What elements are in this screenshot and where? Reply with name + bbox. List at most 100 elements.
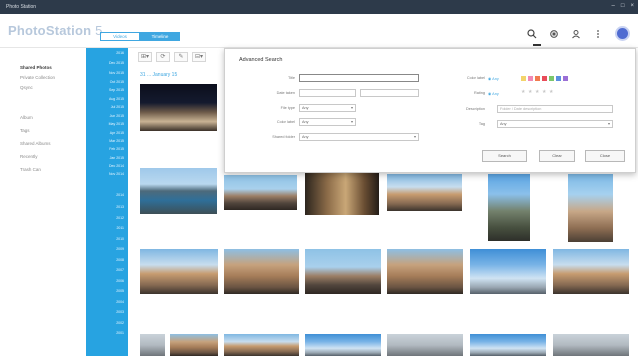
- close-icon[interactable]: ×: [630, 3, 634, 9]
- clear-button[interactable]: Clear: [539, 150, 575, 162]
- timeline-date-label[interactable]: May 2015: [86, 122, 124, 126]
- maximize-icon[interactable]: □: [621, 3, 625, 9]
- timeline-date-label[interactable]: Aug 2015: [86, 97, 124, 101]
- timeline-date-label[interactable]: 2013: [86, 205, 124, 209]
- star-icon[interactable]: ★: [535, 90, 539, 95]
- timeline-date-label[interactable]: Feb 2015: [86, 147, 124, 151]
- timeline-date-label[interactable]: 2006: [86, 279, 124, 283]
- timeline-date-label[interactable]: 2014: [86, 193, 124, 197]
- photo-thumbnail[interactable]: [140, 84, 217, 131]
- photo-thumbnail[interactable]: [488, 174, 530, 241]
- photo-thumbnail[interactable]: [140, 249, 218, 294]
- sidebar-item-shared-photos[interactable]: Shared Photos: [20, 65, 52, 70]
- tag-select[interactable]: Any: [497, 120, 613, 128]
- search-icon[interactable]: [527, 28, 537, 39]
- timeline-date-label[interactable]: 2007: [86, 268, 124, 272]
- refresh-button[interactable]: ⟳: [156, 52, 170, 62]
- color-swatch[interactable]: [563, 76, 568, 81]
- timeline-date-label[interactable]: Dec 2015: [86, 61, 124, 65]
- advanced-search-panel: Advanced Search Title Date taken File ty…: [224, 48, 636, 173]
- photo-thumbnail[interactable]: [140, 334, 165, 356]
- search-button[interactable]: Search: [482, 150, 527, 162]
- timeline-date-label[interactable]: 2004: [86, 300, 124, 304]
- photo-thumbnail[interactable]: [470, 334, 546, 356]
- sidebar-item-trash-can[interactable]: Trash Can: [20, 167, 41, 172]
- sidebar-item-qsync[interactable]: Qsync: [20, 85, 33, 90]
- more-icon[interactable]: [593, 29, 603, 39]
- timeline-date-label[interactable]: 2016: [86, 51, 124, 55]
- star-icon[interactable]: ★: [528, 90, 532, 95]
- photo-thumbnail[interactable]: [140, 168, 217, 214]
- view-mode-button[interactable]: ⊞▾: [138, 52, 152, 62]
- photo-thumbnail[interactable]: [553, 334, 629, 356]
- avatar[interactable]: [615, 26, 630, 41]
- star-icon[interactable]: ★: [521, 90, 525, 95]
- sidebar-item-album[interactable]: Album: [20, 115, 33, 120]
- timeline-date-label[interactable]: Jun 2015: [86, 114, 124, 118]
- timeline-date-label[interactable]: Jul 2015: [86, 105, 124, 109]
- timeline-date-label[interactable]: 2009: [86, 247, 124, 251]
- window-title-bar: Photo Station – □ ×: [0, 0, 638, 14]
- photo-thumbnail[interactable]: [305, 334, 381, 356]
- sidebar-item-shared-albums[interactable]: Shared Albums: [20, 141, 51, 146]
- date-to-input[interactable]: [360, 89, 419, 97]
- tab-timeline[interactable]: Timeline: [140, 32, 180, 41]
- description-input[interactable]: Folder / Date description: [497, 105, 613, 113]
- photo-thumbnail[interactable]: [224, 334, 299, 356]
- tab-videos[interactable]: Videos: [100, 32, 140, 41]
- timeline-date-label[interactable]: 2003: [86, 310, 124, 314]
- color-swatch[interactable]: [556, 76, 561, 81]
- timeline-date-label[interactable]: Nov 2014: [86, 172, 124, 176]
- photo-thumbnail[interactable]: [387, 174, 462, 211]
- photo-thumbnail[interactable]: [170, 334, 218, 356]
- timeline-date-label[interactable]: 2002: [86, 321, 124, 325]
- photo-thumbnail[interactable]: [224, 175, 297, 210]
- timeline-date-label[interactable]: Mar 2015: [86, 139, 124, 143]
- close-button[interactable]: Close: [585, 150, 625, 162]
- star-icon[interactable]: ★: [542, 90, 546, 95]
- timeline-date-label[interactable]: Oct 2015: [86, 80, 124, 84]
- timeline-date-label[interactable]: 2012: [86, 216, 124, 220]
- date-from-input[interactable]: [299, 89, 356, 97]
- photo-thumbnail[interactable]: [387, 249, 463, 294]
- color-swatch[interactable]: [542, 76, 547, 81]
- color-swatch[interactable]: [535, 76, 540, 81]
- sort-button[interactable]: ⊟▾: [192, 52, 206, 62]
- timeline-date-label[interactable]: 2008: [86, 258, 124, 262]
- timeline-date-label[interactable]: 2010: [86, 237, 124, 241]
- color-label-any-radio[interactable]: ◉ Any: [488, 76, 499, 81]
- timeline-date-label[interactable]: Dec 2014: [86, 164, 124, 168]
- timeline-date-label[interactable]: 2005: [86, 289, 124, 293]
- color-swatch[interactable]: [521, 76, 526, 81]
- photo-thumbnail[interactable]: [568, 174, 613, 242]
- title-input[interactable]: [299, 74, 419, 82]
- photo-thumbnail[interactable]: [305, 249, 381, 294]
- shared-folder-select[interactable]: Any: [299, 133, 419, 141]
- timeline-date-label[interactable]: Nov 2015: [86, 71, 124, 75]
- color-swatch[interactable]: [528, 76, 533, 81]
- photo-thumbnail[interactable]: [553, 249, 629, 294]
- timeline-date-label[interactable]: 2001: [86, 331, 124, 335]
- edit-button[interactable]: ✎: [174, 52, 188, 62]
- file-type-label: File type: [280, 106, 295, 110]
- color-swatch[interactable]: [549, 76, 554, 81]
- sidebar-item-tags[interactable]: Tags: [20, 128, 30, 133]
- timeline-date-label[interactable]: Sep 2015: [86, 88, 124, 92]
- photo-thumbnail[interactable]: [305, 169, 379, 215]
- user-icon[interactable]: [571, 29, 581, 39]
- file-type-select[interactable]: Any: [299, 104, 356, 112]
- timeline-bar[interactable]: 2016 Dec 2015 Nov 2015 Oct 2015 Sep 2015 Aug …: [86, 48, 128, 356]
- rating-any-radio[interactable]: ◉ Any: [488, 91, 499, 96]
- sidebar-item-recently[interactable]: Recently: [20, 154, 38, 159]
- sidebar-item-private-collection[interactable]: Private Collection: [20, 75, 55, 80]
- timeline-date-label[interactable]: 2011: [86, 226, 124, 230]
- color-label-type-select[interactable]: Any: [299, 118, 356, 126]
- photo-thumbnail[interactable]: [470, 249, 546, 294]
- photo-thumbnail[interactable]: [224, 249, 299, 294]
- refresh-icon[interactable]: [549, 29, 559, 39]
- minimize-icon[interactable]: –: [612, 3, 615, 9]
- photo-thumbnail[interactable]: [387, 334, 463, 356]
- timeline-date-label[interactable]: Apr 2015: [86, 131, 124, 135]
- timeline-date-label[interactable]: Jan 2015: [86, 156, 124, 160]
- star-icon[interactable]: ★: [549, 90, 553, 95]
